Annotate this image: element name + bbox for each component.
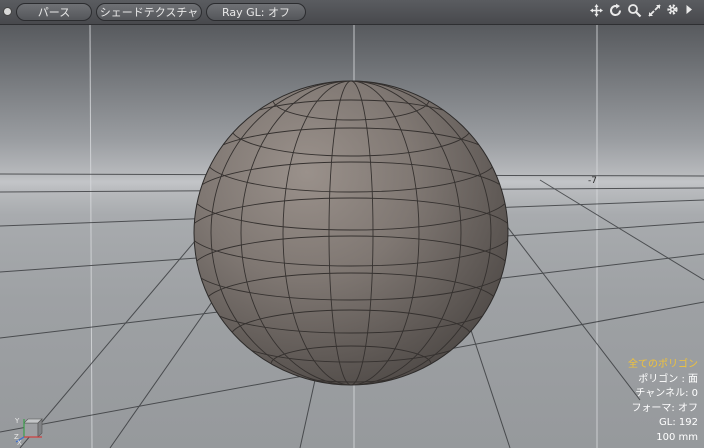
sphere-mesh[interactable]: [189, 80, 513, 386]
zoom-icon[interactable]: [626, 3, 642, 20]
selection-mode-label: 全てのポリゴン: [628, 359, 698, 370]
move-icon[interactable]: [588, 3, 604, 20]
ray-gl-button[interactable]: Ray GL: オフ: [206, 3, 306, 21]
rotate-icon[interactable]: [607, 3, 623, 20]
view-mode-button[interactable]: パース: [16, 3, 92, 21]
axis-x-label: X: [17, 439, 22, 445]
scene-canvas[interactable]: -7: [0, 0, 704, 448]
scale-info: 100 mm: [656, 431, 698, 443]
polygons-info: ポリゴン : 面: [638, 373, 698, 385]
info-overlay: 全てのポリゴン ポリゴン : 面 チャンネル: 0 フォーマ: オフ GL: 1…: [628, 358, 698, 445]
gear-icon[interactable]: [665, 3, 679, 20]
shading-mode-button[interactable]: シェードテクスチャ: [96, 3, 202, 21]
grid-tick-label: -7: [588, 176, 597, 186]
viewport-menu-icon[interactable]: [3, 7, 12, 16]
forma-info: フォーマ: オフ: [631, 402, 698, 414]
viewport-toolbar: パース シェードテクスチャ Ray GL: オフ: [0, 0, 704, 25]
axis-y-label: Y: [14, 417, 20, 425]
gl-info: GL: 192: [659, 417, 698, 428]
axis-gizmo: Y Z X: [14, 417, 43, 445]
3d-viewport[interactable]: -7 パース シェードテクスチャ Ray GL: オフ 全てのポリゴン ポリゴン…: [0, 0, 704, 448]
fit-icon[interactable]: [646, 3, 662, 20]
channels-info: チャンネル: 0: [635, 388, 698, 399]
expand-arrow-icon[interactable]: [683, 3, 695, 20]
